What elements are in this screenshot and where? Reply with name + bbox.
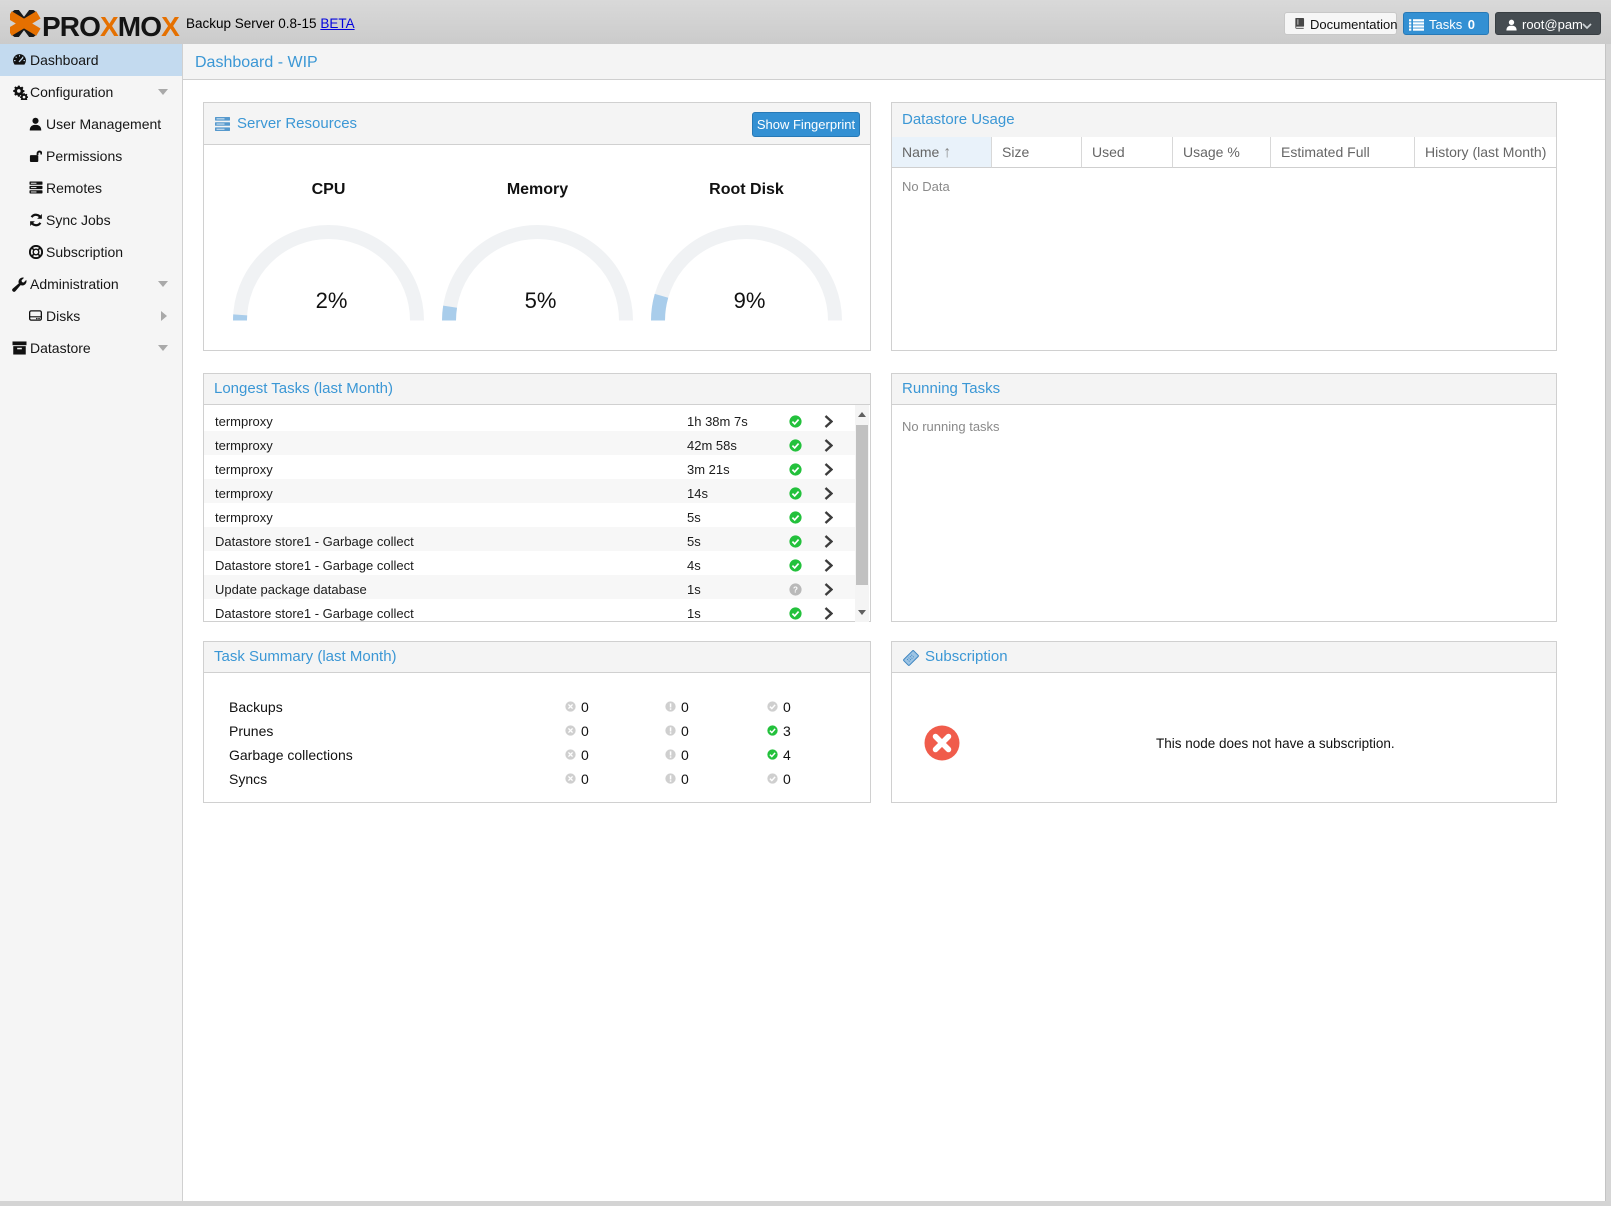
svg-text:PROXMOX: PROXMOX (42, 11, 180, 37)
svg-text:?: ? (793, 585, 798, 594)
